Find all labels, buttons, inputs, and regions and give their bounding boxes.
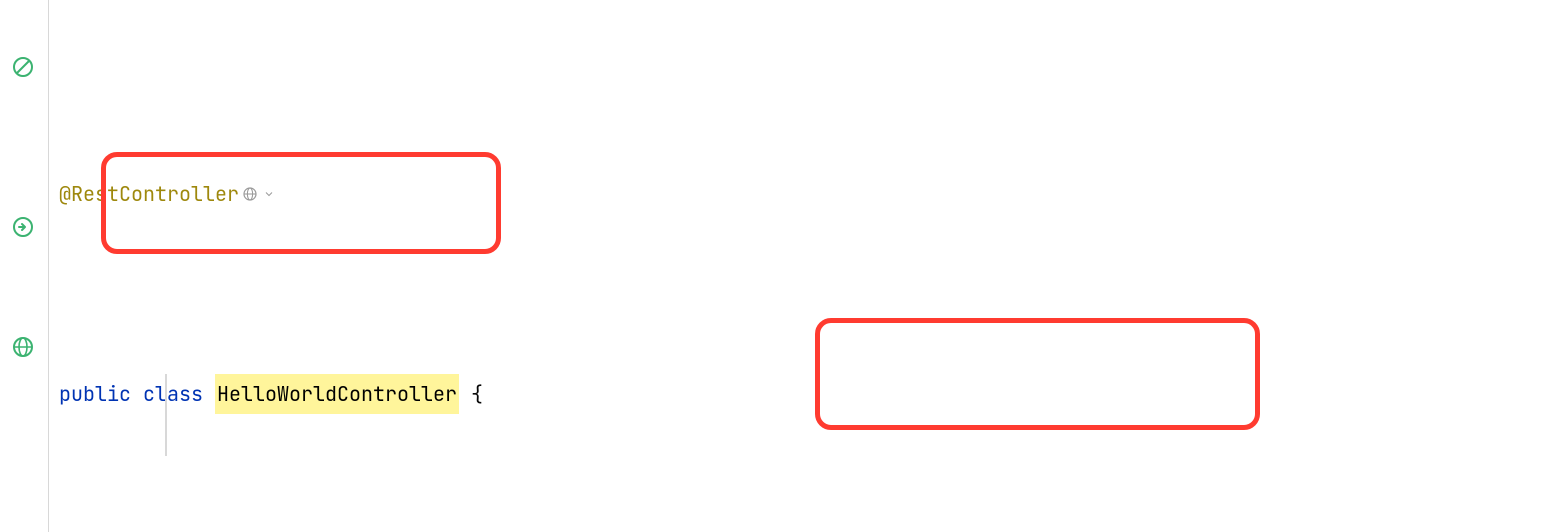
code-line[interactable]: @RestController: [49, 174, 1550, 214]
no-entry-icon[interactable]: [10, 54, 36, 80]
code-line[interactable]: public class HelloWorldController {: [49, 374, 1550, 414]
globe-icon[interactable]: [241, 185, 259, 203]
web-endpoint-icon[interactable]: [10, 334, 36, 360]
gutter: [0, 0, 48, 532]
override-icon[interactable]: [10, 214, 36, 240]
brace: {: [471, 374, 483, 414]
code-area[interactable]: @RestController public class HelloWorldC…: [48, 0, 1550, 532]
keyword: public: [59, 374, 131, 414]
chevron-down-icon[interactable]: [263, 188, 275, 200]
keyword: class: [143, 374, 203, 414]
indent-guide: [165, 374, 167, 456]
annotation: @RestController: [59, 174, 239, 214]
code-editor[interactable]: @RestController public class HelloWorldC…: [0, 0, 1550, 532]
class-name: HelloWorldController: [215, 374, 459, 414]
